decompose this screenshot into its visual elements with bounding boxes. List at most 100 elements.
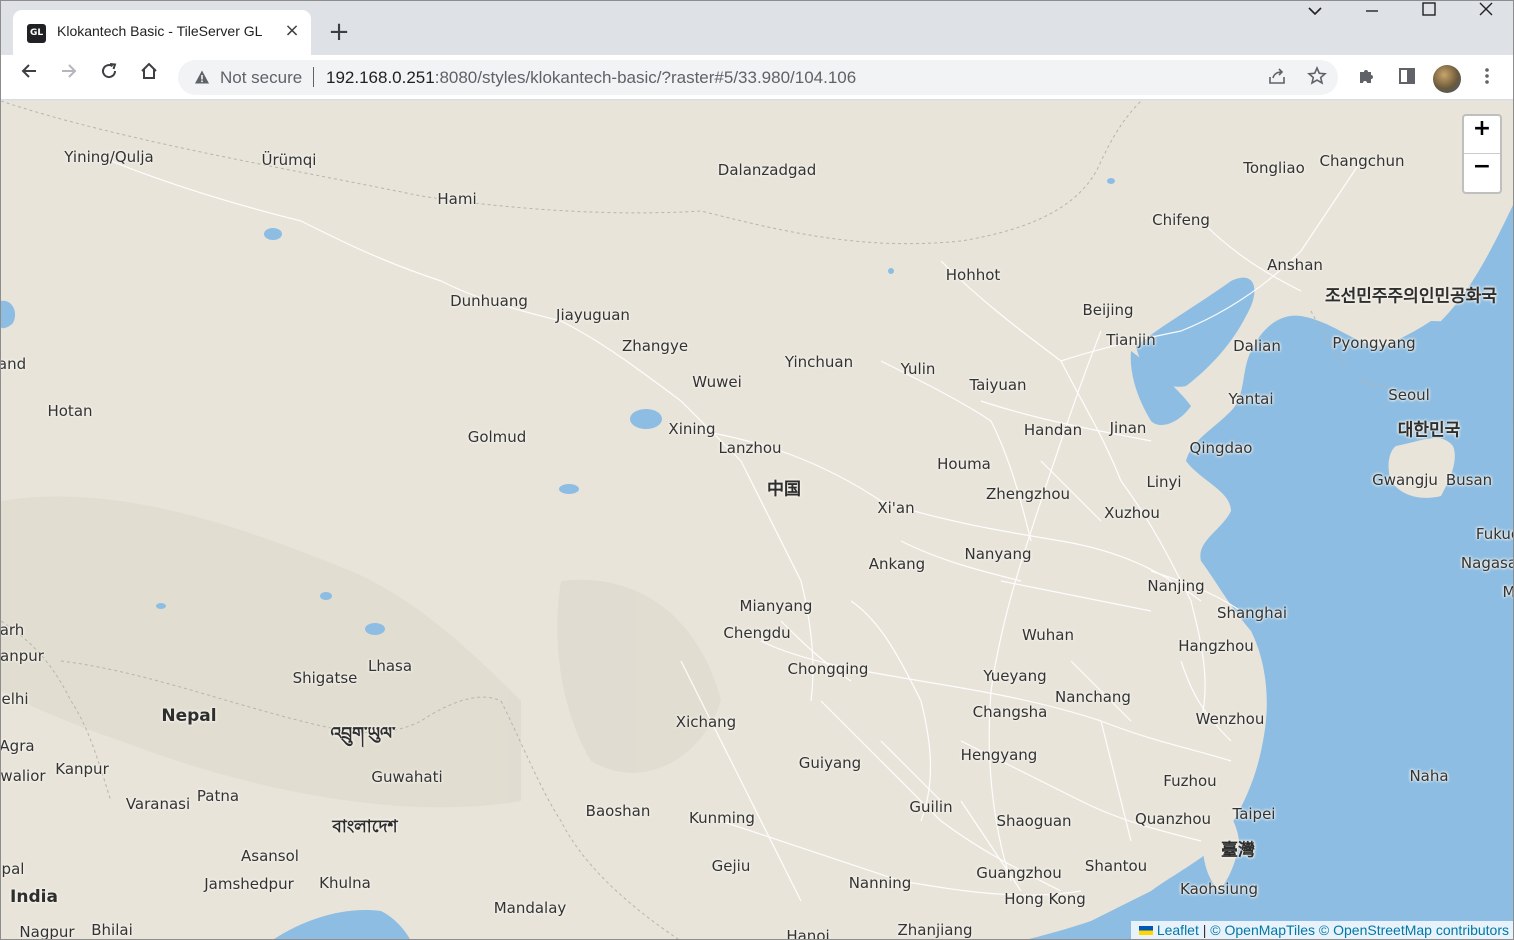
- minimize-icon: [1365, 10, 1378, 12]
- address-bar[interactable]: Not secure 192.168.0.251:8080/styles/klo…: [178, 60, 1338, 95]
- browser-tab[interactable]: GL Klokantech Basic - TileServer GL ×: [13, 10, 311, 55]
- country-label: 臺灣: [1221, 840, 1255, 861]
- city-label: Yining/Qulja: [64, 148, 154, 166]
- browser-toolbar: Not secure 192.168.0.251:8080/styles/klo…: [1, 55, 1513, 100]
- country-label: বাংলাদেশ: [332, 817, 398, 837]
- city-label: Changsha: [972, 703, 1048, 721]
- favicon-icon: GL: [27, 24, 46, 43]
- map-attribution: Leaflet | © OpenMapTiles © OpenStreetMap…: [1130, 921, 1513, 939]
- security-status[interactable]: Not secure: [220, 68, 302, 88]
- menu-kebab-icon[interactable]: [1475, 66, 1499, 90]
- city-label: Hotan: [47, 402, 93, 420]
- city-label: Busan: [1445, 471, 1493, 489]
- back-button[interactable]: [12, 61, 46, 95]
- city-label: M: [1503, 583, 1513, 601]
- url-host: 192.168.0.251: [326, 68, 435, 87]
- extensions-puzzle-icon[interactable]: [1355, 66, 1379, 90]
- city-label: anpur: [1, 647, 44, 665]
- city-label: Jiayuguan: [556, 306, 630, 324]
- city-label: Nanchang: [1055, 688, 1131, 706]
- leaflet-link[interactable]: Leaflet: [1157, 922, 1199, 938]
- city-label: Nanjing: [1147, 577, 1205, 595]
- city-label: Gwangju: [1372, 471, 1438, 489]
- city-label: Guiyang: [798, 754, 862, 772]
- city-label: Tianjin: [1106, 331, 1156, 349]
- city-label: Gejiu: [711, 857, 751, 875]
- zoom-out-button[interactable]: −: [1464, 154, 1500, 192]
- zoom-control: + −: [1462, 114, 1502, 194]
- close-tab-icon[interactable]: ×: [283, 22, 301, 40]
- forward-button[interactable]: [52, 61, 86, 95]
- city-label: Zhengzhou: [985, 485, 1071, 503]
- city-label: Hengyang: [960, 746, 1038, 764]
- city-label: Khulna: [319, 874, 371, 892]
- city-label: Nanyang: [964, 545, 1032, 563]
- chevron-down-icon: [1307, 7, 1322, 16]
- share-icon[interactable]: [1265, 66, 1289, 90]
- city-label: Zhangye: [621, 337, 689, 355]
- browser-window: GL Klokantech Basic - TileServer GL × +: [0, 0, 1514, 940]
- new-tab-button[interactable]: +: [325, 18, 353, 46]
- home-button[interactable]: [132, 61, 166, 95]
- city-label: Hami: [437, 190, 477, 208]
- city-label: Kaohsiung: [1180, 880, 1258, 898]
- city-label: Hangzhou: [1178, 637, 1254, 655]
- city-label: Taipei: [1232, 805, 1276, 823]
- city-label: Asansol: [241, 847, 299, 865]
- city-label: Guwahati: [371, 768, 443, 786]
- country-label: 조선민주주의인민공화국: [1324, 286, 1498, 307]
- city-label: Nagpur: [19, 923, 75, 940]
- city-label: Hong Kong: [1004, 890, 1086, 908]
- maximize-button[interactable]: [1400, 1, 1457, 41]
- home-icon: [141, 62, 157, 79]
- city-label: Anshan: [1267, 256, 1323, 274]
- city-label: Lhasa: [367, 657, 413, 675]
- city-label: Mandalay: [493, 899, 567, 917]
- city-label: Lanzhou: [718, 439, 782, 457]
- tab-search-button[interactable]: [1286, 1, 1343, 41]
- city-label: Handan: [1023, 421, 1083, 439]
- city-label: Beijing: [1082, 301, 1134, 319]
- close-window-button[interactable]: [1457, 1, 1513, 41]
- city-label: Pyongyang: [1332, 334, 1416, 352]
- city-label: Shigatse: [292, 669, 358, 687]
- city-label: Guangzhou: [976, 864, 1062, 882]
- city-label: Chongqing: [787, 660, 869, 678]
- city-label: Jamshedpur: [204, 875, 294, 893]
- city-label: Yinchuan: [784, 353, 854, 371]
- city-label: Wuhan: [1021, 626, 1075, 644]
- city-label: Xichang: [675, 713, 737, 731]
- map-view[interactable]: Yining/Qulja Ürümqi Dalanzadgad Tongliao Cha…: [1, 101, 1514, 940]
- city-label: Guilin: [909, 798, 953, 816]
- city-label: Nanning: [848, 874, 912, 892]
- city-label: Taiyuan: [969, 376, 1027, 394]
- city-label: Fukuo: [1475, 525, 1513, 543]
- map-tiles[interactable]: [1, 101, 1514, 940]
- city-label: Xi'an: [877, 499, 915, 517]
- city-label: Ürümqi: [261, 151, 317, 169]
- close-icon: [1479, 2, 1492, 16]
- maximize-icon: [1421, 2, 1436, 16]
- profile-avatar[interactable]: [1433, 65, 1461, 93]
- bookmark-star-icon[interactable]: [1305, 65, 1329, 90]
- openstreetmap-link[interactable]: © OpenStreetMap contributors: [1319, 922, 1509, 938]
- zoom-in-button[interactable]: +: [1464, 116, 1500, 154]
- tab-title: Klokantech Basic - TileServer GL: [57, 23, 263, 39]
- city-label: Ankang: [868, 555, 926, 573]
- city-label: and: [1, 355, 27, 373]
- city-label: Hohhot: [945, 266, 1001, 284]
- reload-button[interactable]: [92, 61, 126, 95]
- city-label: Kunming: [689, 809, 755, 827]
- city-label: arh: [1, 621, 25, 639]
- city-label: Shaoguan: [996, 812, 1072, 830]
- city-label: Linyi: [1146, 473, 1182, 491]
- side-panel-icon[interactable]: [1395, 66, 1419, 90]
- city-label: elhi: [1, 690, 29, 708]
- minimize-button[interactable]: [1343, 1, 1400, 41]
- city-label: Yantai: [1228, 390, 1274, 408]
- openmaptiles-link[interactable]: © OpenMapTiles: [1210, 922, 1315, 938]
- country-label: འབྲུག་ཡུལ་: [330, 724, 396, 744]
- city-label: Chengdu: [723, 624, 791, 642]
- city-label: Qingdao: [1189, 439, 1253, 457]
- url-text[interactable]: 192.168.0.251:8080/styles/klokantech-bas…: [326, 68, 856, 88]
